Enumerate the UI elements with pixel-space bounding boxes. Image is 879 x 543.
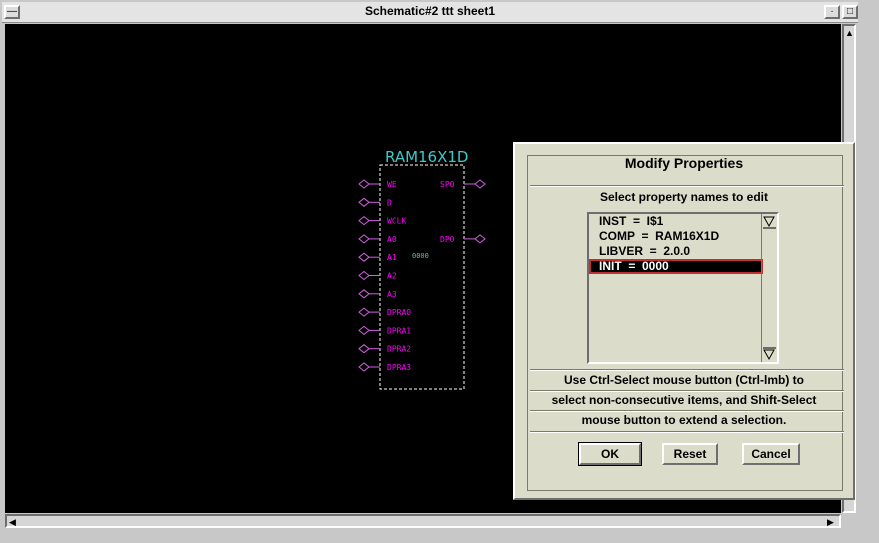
divider bbox=[530, 390, 844, 392]
cancel-button[interactable]: Cancel bbox=[742, 443, 800, 465]
minimize-icon: · bbox=[830, 6, 834, 17]
minimize-button[interactable]: · bbox=[824, 5, 840, 19]
input-pin-marker-2 bbox=[358, 215, 370, 226]
output-pin-label-0: SPO bbox=[440, 180, 455, 189]
property-item-comp[interactable]: COMP = RAM16X1D bbox=[589, 229, 763, 244]
property-listbox[interactable]: INST = I$1 COMP = RAM16X1D LIBVER = 2.0.… bbox=[587, 212, 779, 364]
input-pin-label-0: WE bbox=[387, 180, 397, 189]
input-pin-label-4: A1 bbox=[387, 253, 397, 262]
input-pin-marker-4 bbox=[358, 252, 370, 262]
schematic-window: — Schematic#2 ttt sheet1 · □ RAM16X1D WE D… bbox=[0, 0, 879, 543]
output-pin-marker-1 bbox=[474, 234, 486, 244]
input-pin-label-5: A2 bbox=[387, 272, 397, 281]
input-pin-marker-1 bbox=[358, 197, 370, 207]
component-title: RAM16X1D bbox=[385, 148, 468, 166]
scroll-right-icon[interactable]: ▶ bbox=[827, 517, 834, 527]
window-title: Schematic#2 ttt sheet1 bbox=[364, 4, 496, 18]
input-pin-marker-6 bbox=[358, 289, 370, 299]
scroll-left-icon[interactable]: ◀ bbox=[9, 517, 16, 527]
maximize-button[interactable]: □ bbox=[842, 5, 858, 19]
modify-properties-dialog: Modify Properties Select property names … bbox=[513, 142, 855, 500]
input-pin-marker-9 bbox=[358, 344, 370, 354]
output-pin-marker-0 bbox=[474, 179, 486, 189]
init-value-label: 0000 bbox=[412, 252, 429, 260]
help-text-line-1: Use Ctrl-Select mouse button (Ctrl-lmb) … bbox=[563, 373, 804, 387]
list-scroll-arrows bbox=[763, 216, 776, 361]
input-pin-label-2: WCLK bbox=[387, 217, 406, 226]
property-item-libver[interactable]: LIBVER = 2.0.0 bbox=[589, 244, 763, 259]
divider bbox=[530, 431, 844, 433]
output-pin-label-1: DPO bbox=[440, 235, 455, 244]
input-pin-label-6: A3 bbox=[387, 290, 397, 299]
input-pin-marker-7 bbox=[358, 307, 370, 317]
property-item-inst[interactable]: INST = I$1 bbox=[589, 214, 763, 229]
input-pin-marker-5 bbox=[358, 270, 370, 281]
input-pin-marker-10 bbox=[358, 362, 370, 372]
divider bbox=[530, 369, 844, 371]
list-scrollbar[interactable] bbox=[761, 214, 777, 362]
property-item-init[interactable]: INIT = 0000 bbox=[589, 259, 763, 274]
horizontal-scrollbar[interactable]: ◀ ▶ bbox=[5, 514, 841, 528]
reset-button[interactable]: Reset bbox=[662, 443, 718, 465]
input-pin-marker-0 bbox=[358, 179, 370, 189]
scroll-up-icon[interactable]: ▲ bbox=[845, 28, 854, 38]
maximize-icon: □ bbox=[846, 6, 854, 17]
ok-button[interactable]: OK bbox=[578, 442, 642, 466]
input-pin-marker-3 bbox=[358, 234, 370, 244]
dialog-subtitle: Select property names to edit bbox=[599, 190, 769, 204]
scroll-corner bbox=[842, 514, 856, 528]
help-text-line-3: mouse button to extend a selection. bbox=[581, 413, 787, 427]
input-pin-label-3: A0 bbox=[387, 235, 397, 244]
input-pin-marker-8 bbox=[358, 325, 370, 336]
input-pin-label-7: DPRA0 bbox=[387, 308, 411, 317]
divider bbox=[530, 410, 844, 412]
divider bbox=[530, 185, 844, 187]
input-pin-label-1: D bbox=[387, 198, 392, 207]
list-scroll-up-icon[interactable] bbox=[763, 216, 775, 228]
input-pin-label-8: DPRA1 bbox=[387, 326, 411, 335]
dialog-title: Modify Properties bbox=[624, 155, 744, 171]
input-pin-label-10: DPRA3 bbox=[387, 363, 411, 372]
title-bar[interactable]: — Schematic#2 ttt sheet1 · □ bbox=[2, 2, 858, 23]
help-text-line-2: select non-consecutive items, and Shift-… bbox=[551, 393, 817, 407]
list-scroll-down-icon[interactable] bbox=[763, 349, 775, 361]
input-pin-label-9: DPRA2 bbox=[387, 345, 411, 354]
